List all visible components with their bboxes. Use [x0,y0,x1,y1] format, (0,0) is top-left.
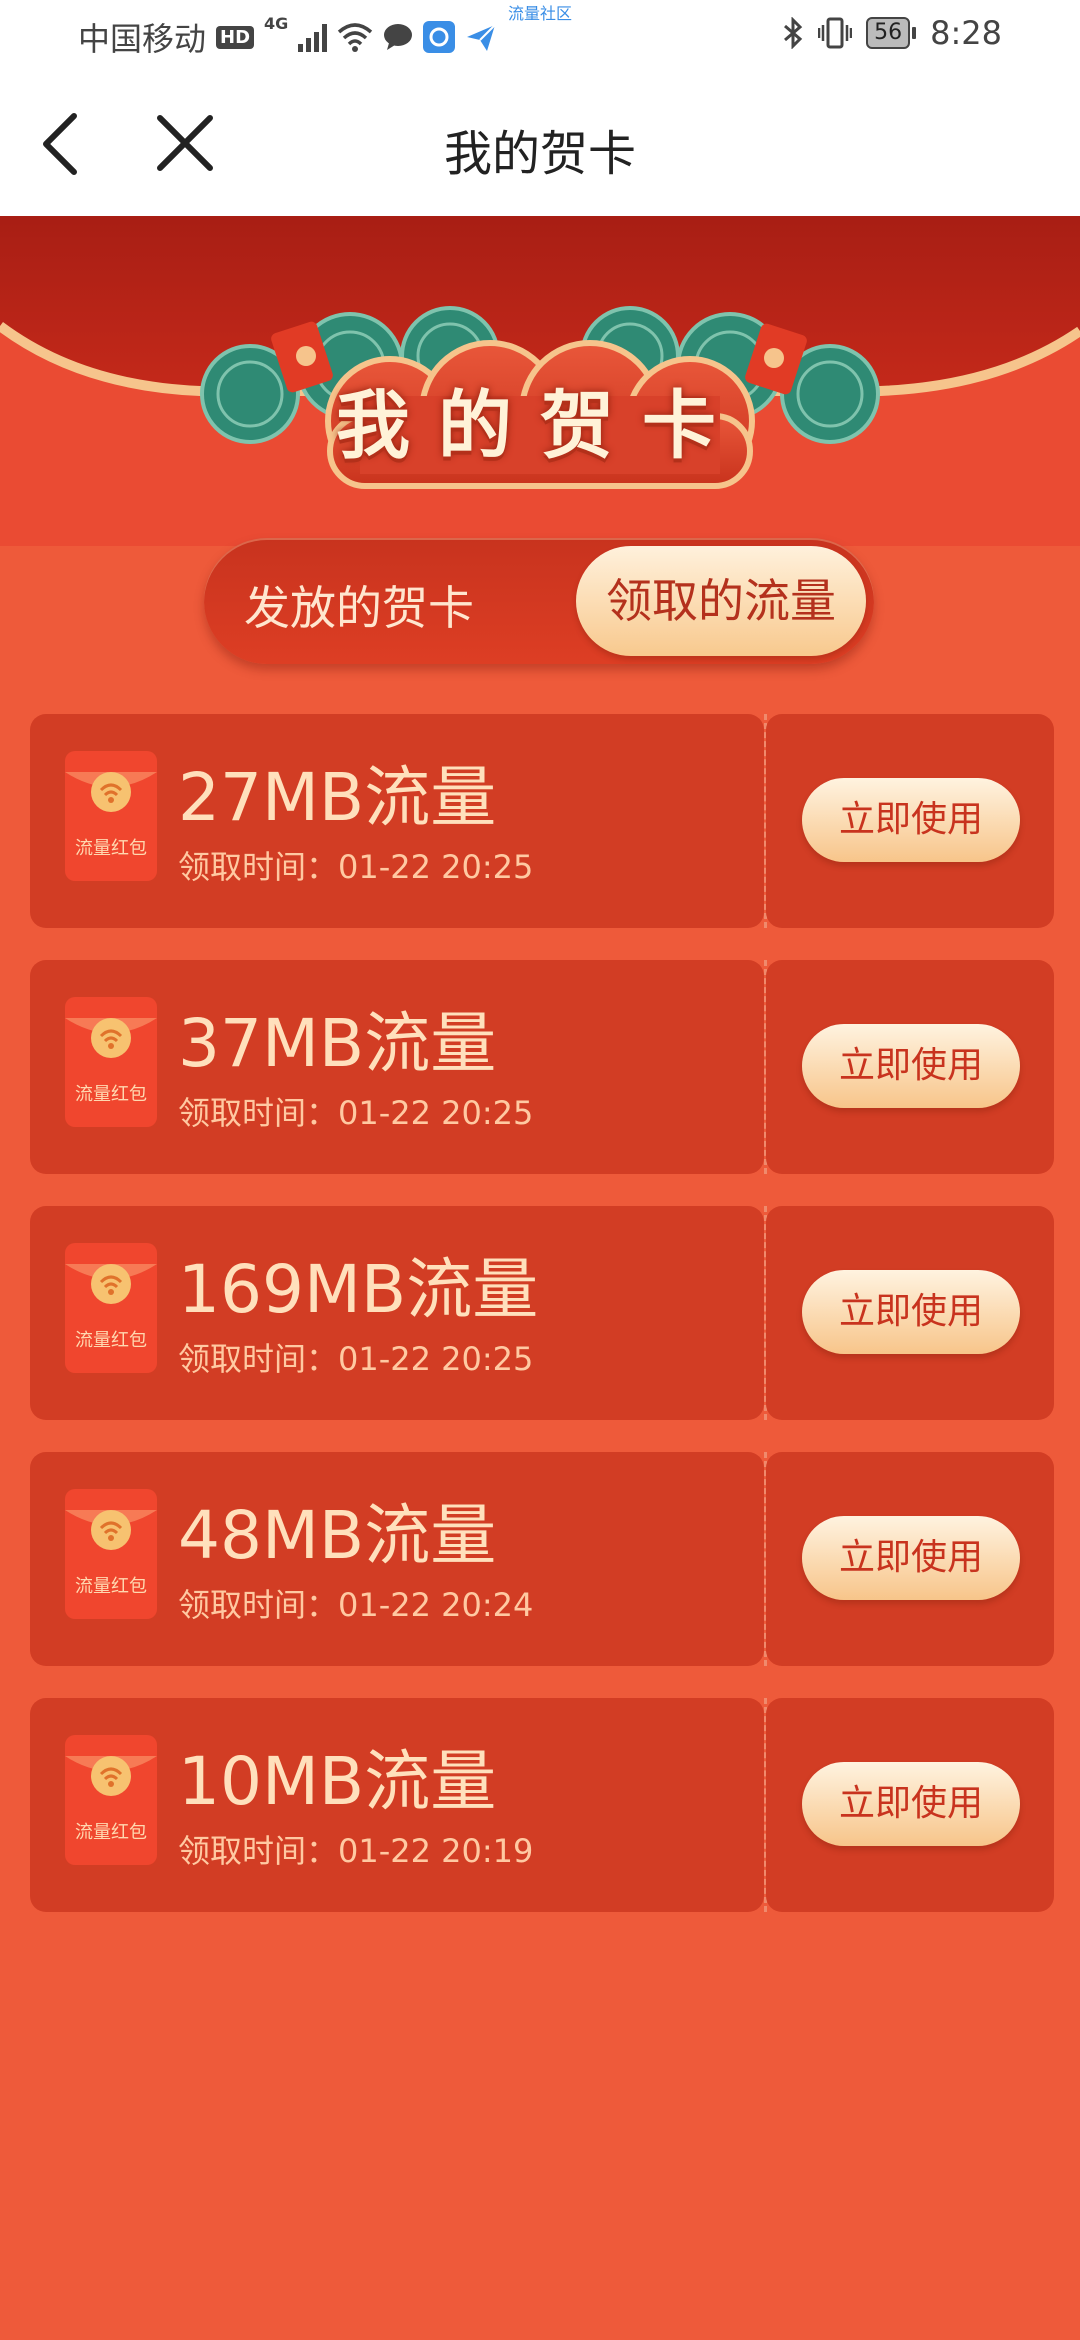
card-info: 流量红包 169MB流量 领取时间：01-22 20:25 [30,1206,764,1420]
bluetooth-icon [784,17,803,49]
status-mini-label: 流量社区 [508,4,573,23]
data-amount: 169MB流量 [178,1251,539,1328]
data-amount: 37MB流量 [178,1005,497,1082]
clock: 8:28 [930,14,1002,52]
network-type: 4G [264,14,289,33]
use-now-button[interactable]: 立即使用 [802,1516,1020,1600]
card-action: 立即使用 [766,714,1054,928]
card-action: 立即使用 [766,1452,1054,1666]
card-info: 流量红包 48MB流量 领取时间：01-22 20:24 [30,1452,764,1666]
page-title: 我的贺卡 [443,126,636,182]
use-now-button[interactable]: 立即使用 [802,1270,1020,1354]
card-action: 立即使用 [766,1698,1054,1912]
battery-tip [912,27,917,39]
envelope-label: 流量红包 [75,1084,147,1105]
data-amount: 27MB流量 [178,759,497,836]
card-info: 流量红包 10MB流量 领取时间：01-22 20:19 [30,1698,764,1912]
app-icon [423,21,456,53]
list-item: 流量红包 48MB流量 领取时间：01-22 20:24 立即使用 [30,1452,1054,1666]
tab-switcher: 发放的贺卡 领取的流量 [204,538,874,664]
red-envelope-icon: 流量红包 [64,996,158,1128]
list-item: 流量红包 27MB流量 领取时间：01-22 20:25 立即使用 [30,714,1054,928]
red-envelope-icon: 流量红包 [64,750,158,882]
card-info: 流量红包 37MB流量 领取时间：01-22 20:25 [30,960,764,1174]
vibrate-icon [818,17,853,49]
received-time: 领取时间：01-22 20:24 [178,1586,534,1624]
data-amount: 48MB流量 [178,1497,497,1574]
use-now-button[interactable]: 立即使用 [802,778,1020,862]
banner-title: 我的贺卡 [336,383,744,469]
status-bar: 中国移动 HD 4G 流量社区 56 8:28 [0,0,1080,72]
use-now-button[interactable]: 立即使用 [802,1762,1020,1846]
data-amount: 10MB流量 [178,1743,497,1820]
received-time: 领取时间：01-22 20:25 [178,1094,534,1132]
banner: 我的贺卡 [0,216,1080,546]
received-time: 领取时间：01-22 20:25 [178,848,534,886]
status-left: 中国移动 HD 4G [78,14,497,60]
envelope-label: 流量红包 [75,1822,147,1843]
carrier-name: 中国移动 [78,20,207,58]
list-item: 流量红包 10MB流量 领取时间：01-22 20:19 立即使用 [30,1698,1054,1912]
received-time: 领取时间：01-22 20:19 [178,1832,534,1870]
envelope-label: 流量红包 [75,1330,147,1351]
status-right: 56 8:28 [782,14,1002,52]
send-icon [467,24,497,51]
envelope-label: 流量红包 [75,838,147,859]
list-item: 流量红包 169MB流量 领取时间：01-22 20:25 立即使用 [30,1206,1054,1420]
red-envelope-icon: 流量红包 [64,1242,158,1374]
envelope-label: 流量红包 [75,1576,147,1597]
nav-bar: 我的贺卡 [0,72,1080,216]
card-info: 流量红包 27MB流量 领取时间：01-22 20:25 [30,714,764,928]
card-action: 立即使用 [766,1206,1054,1420]
signal-icon [298,22,328,52]
battery-indicator: 56 [866,17,917,49]
red-envelope-icon: 流量红包 [64,1734,158,1866]
received-time: 领取时间：01-22 20:25 [178,1340,534,1378]
chat-icon [384,24,413,50]
use-now-button[interactable]: 立即使用 [802,1024,1020,1108]
wifi-icon [338,23,373,52]
hd-badge: HD [216,25,255,49]
battery-level: 56 [866,17,911,49]
tab-received-data[interactable]: 领取的流量 [576,546,866,656]
list-item: 流量红包 37MB流量 领取时间：01-22 20:25 立即使用 [30,960,1054,1174]
tab-issued-cards[interactable]: 发放的贺卡 [244,572,474,638]
red-envelope-icon: 流量红包 [64,1488,158,1620]
card-action: 立即使用 [766,960,1054,1174]
received-list: 流量红包 27MB流量 领取时间：01-22 20:25 立即使用 流量红包 3… [30,714,1054,1944]
